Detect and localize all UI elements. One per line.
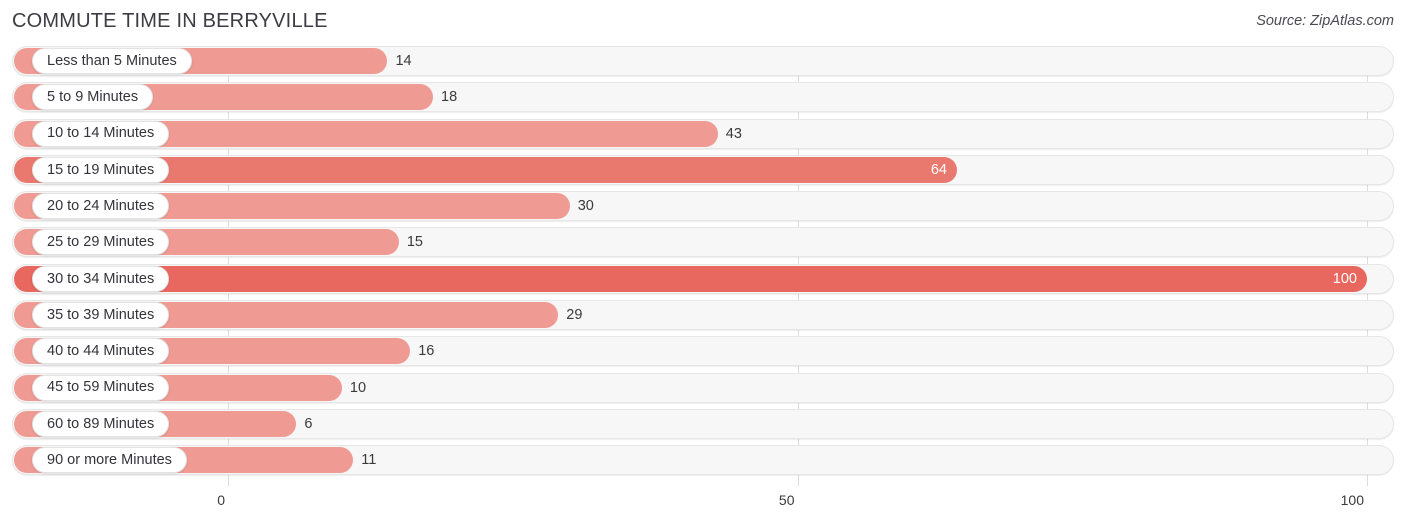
bar-value-label: 18 [441, 89, 458, 106]
bar-category-label: 40 to 44 Minutes [32, 338, 170, 365]
bar-value-label: 100 [1332, 270, 1357, 287]
bar-row[interactable]: 20 to 24 Minutes 30 [0, 191, 1406, 222]
bar-category-label: 30 to 34 Minutes [32, 265, 170, 292]
bar-value-label: 16 [418, 343, 435, 360]
bar-row[interactable]: 35 to 39 Minutes 29 [0, 300, 1406, 331]
bar-category-text: 5 to 9 Minutes [47, 89, 139, 106]
bar-category-text: 30 to 34 Minutes [47, 270, 155, 287]
bar-category-text: 25 to 29 Minutes [47, 234, 155, 251]
bar-category-label: 20 to 24 Minutes [32, 193, 170, 220]
bar-row[interactable]: 10 to 14 Minutes 43 [0, 118, 1406, 149]
bar-value-label: 11 [361, 452, 377, 469]
bar-row[interactable]: Less than 5 Minutes 14 [0, 46, 1406, 76]
bar-value-label: 10 [349, 379, 367, 396]
bar-category-label: 15 to 19 Minutes [32, 156, 170, 183]
bar-value-label: 6 [304, 415, 313, 432]
bar-value-label: 14 [395, 53, 412, 69]
bar-category-text: 20 to 24 Minutes [47, 197, 155, 214]
bar-category-text: Less than 5 Minutes [47, 52, 177, 69]
bar-value-label: 15 [406, 234, 423, 251]
x-axis: 0 50 100 [0, 486, 1406, 524]
bar-category-label: 45 to 59 Minutes [32, 374, 170, 401]
bar-row[interactable]: 90 or more Minutes 11 [0, 445, 1406, 476]
bar-value-label: 30 [577, 198, 594, 215]
bar-row[interactable]: 15 to 19 Minutes 64 [0, 154, 1406, 185]
bar-category-label: 5 to 9 Minutes [32, 84, 154, 111]
bar-row[interactable]: 25 to 29 Minutes 15 [0, 227, 1406, 258]
bar-category-label: 25 to 29 Minutes [32, 229, 170, 256]
bar-rows: Less than 5 Minutes 14 5 to 9 Minutes 18 10 … [0, 46, 1406, 482]
bar-category-text: 45 to 59 Minutes [47, 379, 155, 396]
bar-category-label: 90 or more Minutes [32, 447, 187, 474]
bar-fill[interactable] [14, 265, 1367, 292]
chart-header: COMMUTE TIME IN BERRYVILLE Source: ZipAt… [0, 0, 1406, 44]
bar-row[interactable]: 60 to 89 Minutes 6 [0, 408, 1406, 439]
bar-category-text: 90 or more Minutes [47, 452, 172, 469]
x-axis-tick-label: 50 [778, 492, 795, 508]
bar-category-label: 10 to 14 Minutes [32, 120, 170, 147]
bar-category-text: 15 to 19 Minutes [47, 161, 155, 178]
bar-category-text: 10 to 14 Minutes [47, 125, 155, 142]
bar-row[interactable]: 40 to 44 Minutes 16 [0, 336, 1406, 367]
bar-row[interactable]: 30 to 34 Minutes 100 [0, 263, 1406, 294]
bar-category-text: 40 to 44 Minutes [47, 343, 155, 360]
x-axis-tick-label: 100 [1340, 492, 1364, 508]
bar-row[interactable]: 45 to 59 Minutes 10 [0, 372, 1406, 403]
bar-category-label: 35 to 39 Minutes [32, 302, 170, 329]
page-title: COMMUTE TIME IN BERRYVILLE [12, 10, 328, 32]
source-attribution: Source: ZipAtlas.com [1256, 13, 1394, 29]
bar-category-text: 60 to 89 Minutes [47, 415, 155, 432]
chart-plot-area: Less than 5 Minutes 14 5 to 9 Minutes 18 10 … [0, 46, 1406, 486]
bar-row[interactable]: 5 to 9 Minutes 18 [0, 82, 1406, 113]
bar-value-label: 64 [930, 161, 947, 178]
bar-category-label: Less than 5 Minutes [32, 48, 192, 74]
bar-value-label: 29 [566, 307, 583, 324]
bar-category-text: 35 to 39 Minutes [47, 306, 155, 323]
x-axis-tick-label: 0 [217, 492, 225, 508]
bar-value-label: 43 [725, 125, 742, 142]
bar-category-label: 60 to 89 Minutes [32, 410, 170, 437]
